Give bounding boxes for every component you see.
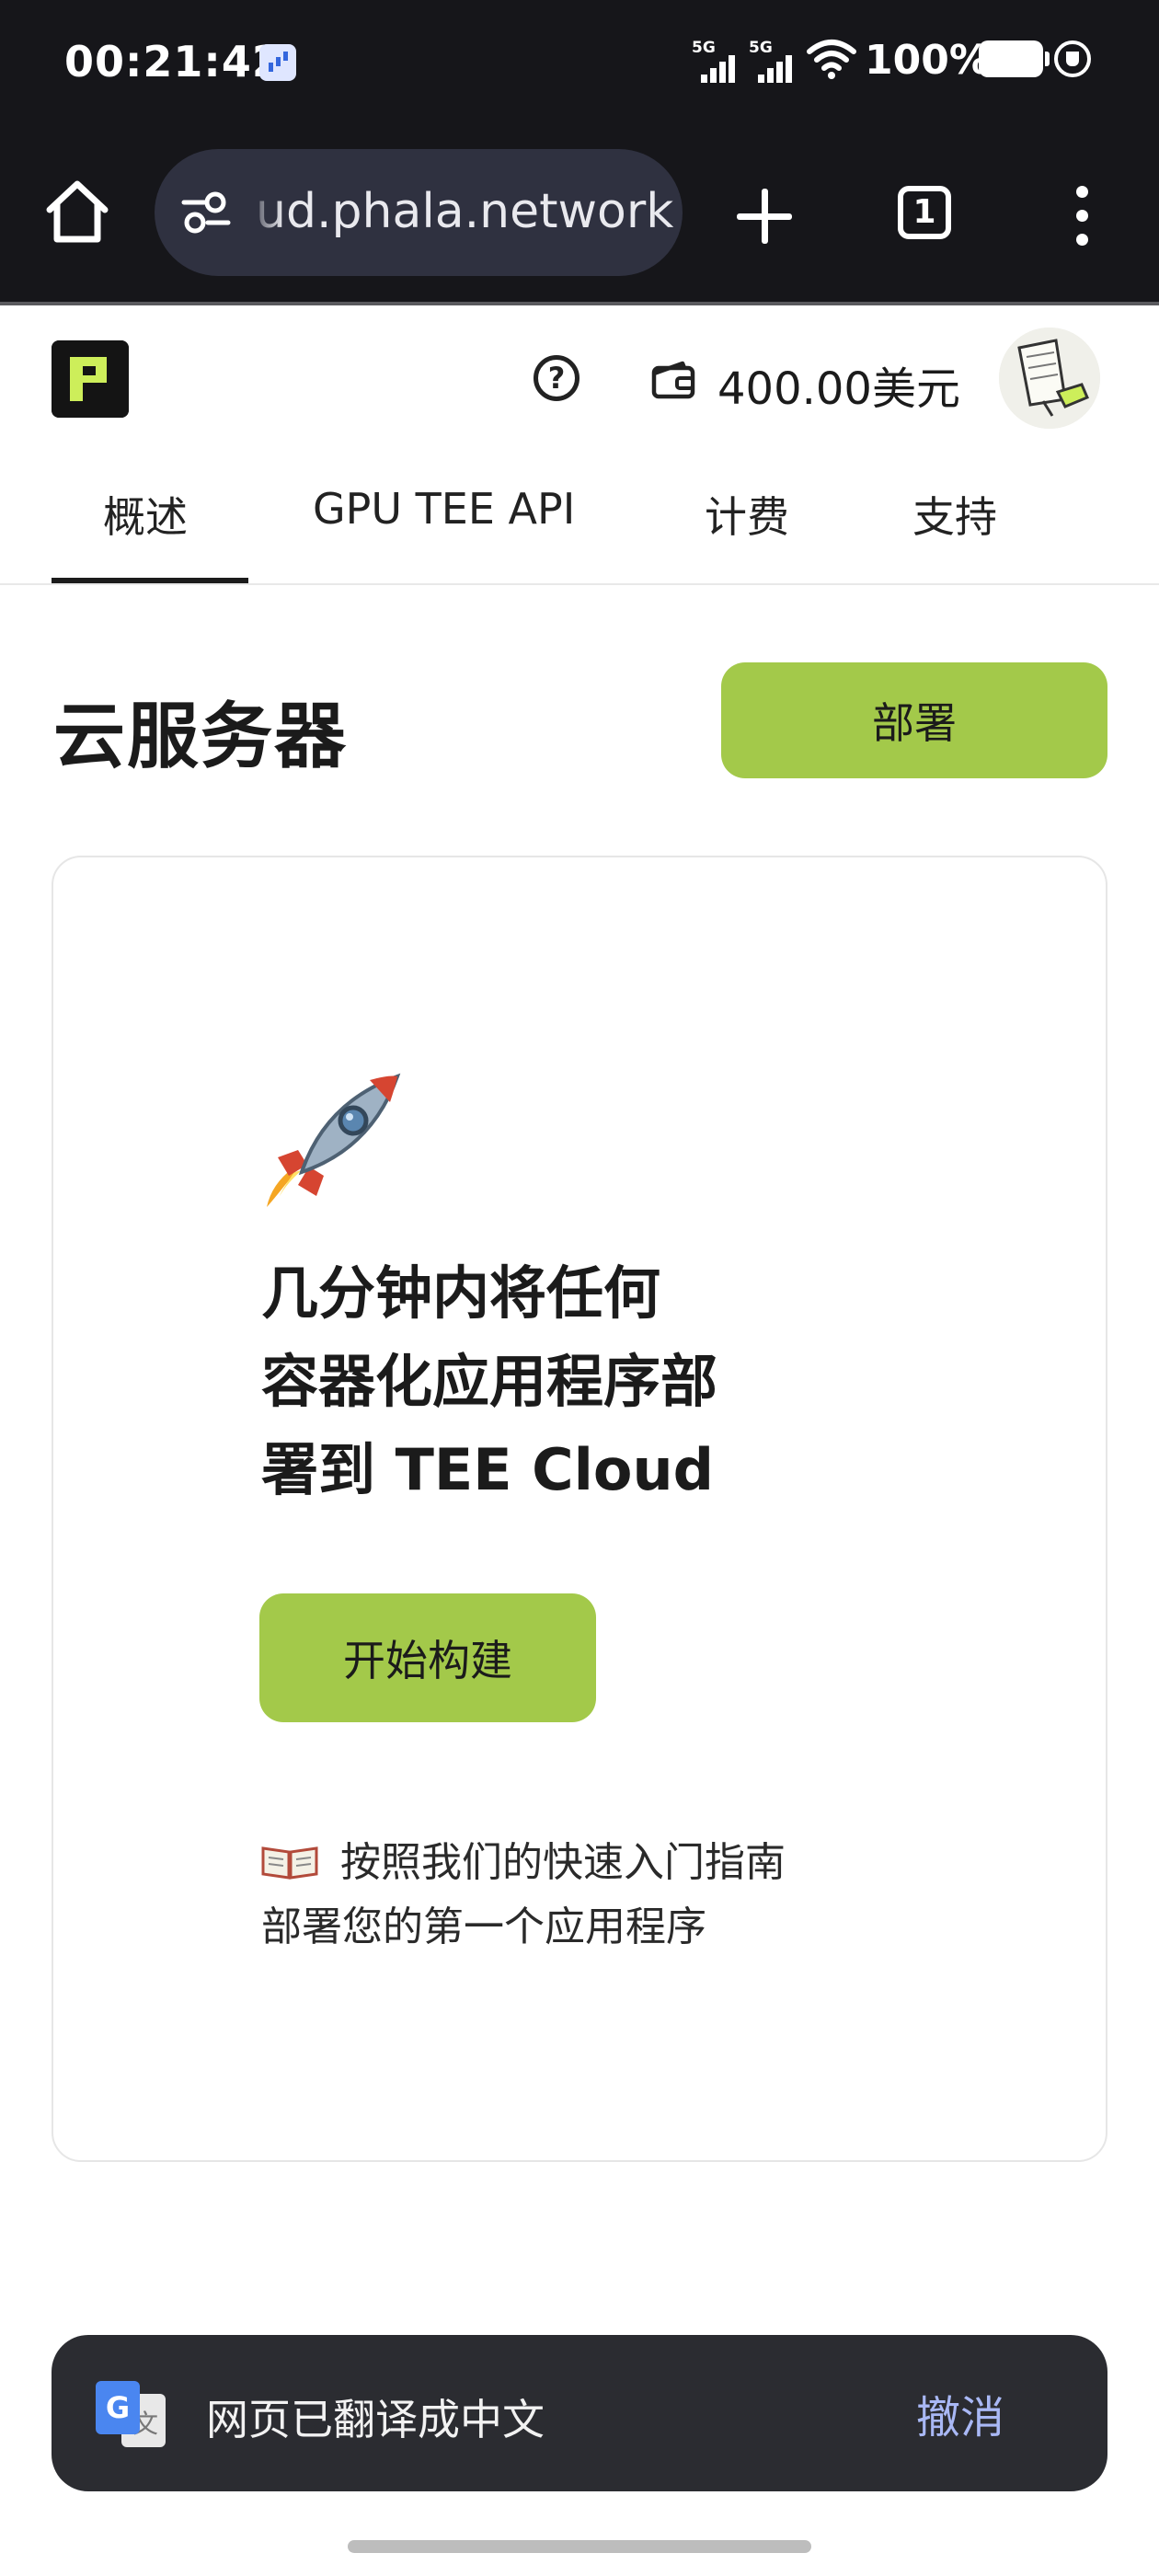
browser-divider xyxy=(0,302,1159,305)
address-bar[interactable]: ud.phala.network xyxy=(155,149,683,276)
guide-line-2[interactable]: 部署您的第一个应用程序 xyxy=(261,1895,905,1960)
headline-line-1: 几分钟内将任何 xyxy=(261,1259,661,1327)
book-icon xyxy=(261,1846,318,1880)
status-bar: 00:21:42 5G 5G 100% xyxy=(0,0,1159,129)
tab-gpu-tee-api[interactable]: GPU TEE API xyxy=(313,484,575,534)
battery-icon xyxy=(979,40,1050,77)
network-type-label-2: 5G xyxy=(749,39,773,57)
browser-toolbar: ud.phala.network 1 xyxy=(0,129,1159,304)
wifi-icon xyxy=(807,40,856,79)
tune-icon[interactable] xyxy=(180,190,232,236)
tab-billing[interactable]: 计费 xyxy=(705,484,789,545)
avatar[interactable] xyxy=(999,328,1100,429)
status-time: 00:21:42 xyxy=(64,37,282,86)
gesture-navigation-bar[interactable] xyxy=(348,2540,811,2553)
url-text[interactable]: ud.phala.network xyxy=(256,184,673,239)
deploy-button[interactable]: 部署 xyxy=(721,662,1107,778)
tab-switcher-button[interactable]: 1 xyxy=(898,186,951,239)
headline-line-2: 容器化应用程序部 xyxy=(261,1348,718,1415)
wallet-balance[interactable]: 400.00美元 xyxy=(717,352,960,417)
tab-overview[interactable]: 概述 xyxy=(103,484,188,545)
url-fade xyxy=(247,149,283,276)
page-title: 云服务器 xyxy=(53,696,349,778)
undo-button[interactable]: 撤消 xyxy=(916,2381,1004,2445)
headline-line-3: 署到 TEE Cloud xyxy=(261,1436,715,1503)
google-translate-icon: 文 G xyxy=(96,2381,166,2447)
tab-support[interactable]: 支持 xyxy=(912,484,997,545)
toast-message: 网页已翻译成中文 xyxy=(206,2395,545,2444)
quickstart-guide-link[interactable]: 按照我们的快速入门指南 部署您的第一个应用程序 xyxy=(261,1831,905,1960)
more-vert-icon[interactable] xyxy=(1071,184,1093,248)
help-icon[interactable]: ? xyxy=(534,355,580,401)
start-building-button[interactable]: 开始构建 xyxy=(259,1593,596,1722)
rocket-icon xyxy=(267,1073,401,1207)
nav-divider xyxy=(0,583,1159,585)
guide-line-1[interactable]: 按照我们的快速入门指南 xyxy=(340,1839,786,1886)
battery-percent: 100% xyxy=(865,37,990,84)
network-type-label-1: 5G xyxy=(692,39,716,57)
wallet-icon xyxy=(651,361,695,399)
notification-app-icon xyxy=(259,44,296,81)
home-icon[interactable] xyxy=(40,175,114,248)
card-headline: 几分钟内将任何 容器化应用程序部 署到 TEE Cloud xyxy=(261,1249,832,1514)
charging-icon xyxy=(1054,40,1091,77)
translate-toast: 文 G 网页已翻译成中文 撤消 xyxy=(52,2335,1107,2491)
svg-text:G: G xyxy=(106,2390,130,2425)
main-nav: 概述 GPU TEE API 计费 支持 xyxy=(0,451,1159,585)
new-tab-plus-icon[interactable] xyxy=(732,184,797,248)
phala-logo[interactable] xyxy=(52,340,129,418)
